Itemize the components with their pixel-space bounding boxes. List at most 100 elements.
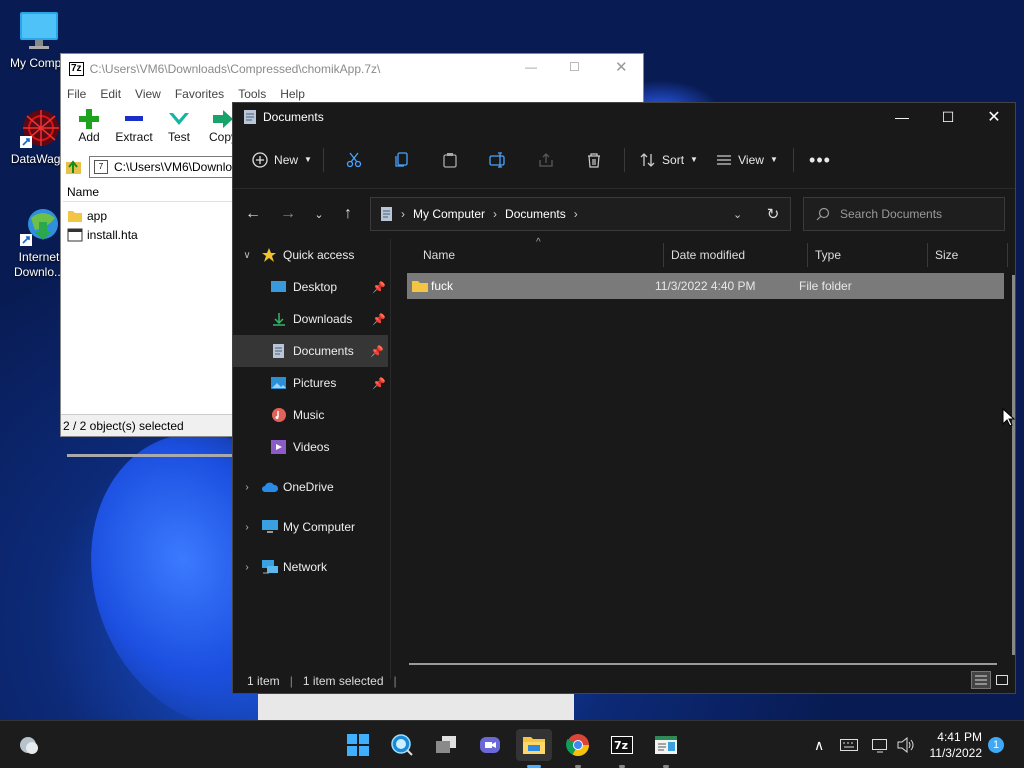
sidebar-item-downloads[interactable]: Downloads 📌: [233, 303, 390, 335]
datawagon-icon: [17, 106, 61, 150]
rename-button[interactable]: [474, 142, 522, 178]
pin-icon[interactable]: 📌: [372, 281, 386, 294]
column-header-size[interactable]: Size: [935, 239, 1005, 271]
minimize-button[interactable]: —: [879, 103, 925, 131]
test-button[interactable]: Test: [157, 104, 201, 154]
item-count: 1 item: [247, 674, 280, 688]
explorer-window[interactable]: Documents — ☐ ✕ New ▼ Sort ▼ View ▼ ••• …: [232, 102, 1016, 694]
menu-tools[interactable]: Tools: [238, 87, 266, 101]
clock[interactable]: 4:41 PM 11/3/2022: [926, 721, 983, 768]
sidebar-item-quick-access[interactable]: ∨ Quick access: [233, 239, 390, 271]
sidebar-item-label: Network: [283, 560, 328, 574]
search-button[interactable]: [384, 729, 420, 761]
list-item[interactable]: app: [63, 206, 233, 225]
sidebar-item-network[interactable]: › Network: [233, 551, 390, 583]
new-button[interactable]: New ▼: [247, 142, 317, 178]
column-divider[interactable]: [663, 243, 664, 267]
sidebar-item-documents[interactable]: Documents 📌: [233, 335, 388, 367]
recent-locations-button[interactable]: ⌄: [305, 197, 333, 231]
list-item[interactable]: install.hta: [63, 225, 233, 244]
table-row[interactable]: fuck 11/3/2022 4:40 PM File folder: [407, 273, 1004, 299]
copy-button[interactable]: [378, 142, 426, 178]
pin-icon[interactable]: 📌: [372, 313, 386, 326]
download-icon: [273, 313, 285, 326]
chat-button[interactable]: [472, 729, 508, 761]
add-button[interactable]: Add: [67, 104, 111, 154]
menu-file[interactable]: File: [67, 87, 86, 101]
pin-icon[interactable]: 📌: [372, 377, 386, 390]
pin-icon[interactable]: 📌: [370, 345, 384, 358]
notification-count: 1: [992, 739, 1000, 751]
tiles-view-button[interactable]: [993, 671, 1011, 689]
chevron-right-icon[interactable]: ›: [233, 482, 261, 493]
back-button[interactable]: ←: [239, 197, 267, 231]
sidebar-item-onedrive[interactable]: › OneDrive: [233, 471, 390, 503]
sevenzip-titlebar[interactable]: 7z C:\Users\VM6\Downloads\Compressed\cho…: [61, 54, 643, 84]
forward-button[interactable]: →: [274, 197, 302, 231]
sort-button[interactable]: Sort ▼: [631, 142, 707, 178]
sidebar-item-music[interactable]: Music: [233, 399, 390, 431]
notepad-taskbar-button[interactable]: [648, 729, 684, 761]
maximize-button[interactable]: ☐: [925, 103, 971, 131]
menu-edit[interactable]: Edit: [100, 87, 121, 101]
sidebar-item-videos[interactable]: Videos: [233, 431, 390, 463]
sidebar-item-pictures[interactable]: Pictures 📌: [233, 367, 390, 399]
menu-view[interactable]: View: [135, 87, 161, 101]
start-button[interactable]: [340, 729, 376, 761]
sidebar-item-desktop[interactable]: Desktop 📌: [233, 271, 390, 303]
address-bar[interactable]: › My Computer › Documents › ⌄: [370, 197, 791, 231]
column-header-name[interactable]: Name: [63, 182, 233, 202]
volume-icon[interactable]: [897, 721, 915, 768]
cut-button[interactable]: [330, 142, 378, 178]
minimize-button[interactable]: —: [525, 60, 537, 74]
7zip-taskbar-button[interactable]: 7z: [604, 729, 640, 761]
delete-button[interactable]: [570, 142, 618, 178]
menu-help[interactable]: Help: [280, 87, 305, 101]
up-folder-icon[interactable]: [65, 158, 83, 176]
horizontal-scrollbar[interactable]: [67, 454, 233, 457]
widgets-button[interactable]: [10, 729, 46, 761]
column-divider[interactable]: [927, 243, 928, 267]
chevron-down-icon: ▼: [690, 155, 698, 164]
vertical-scrollbar[interactable]: [1012, 275, 1015, 655]
network-icon[interactable]: [872, 721, 890, 768]
column-divider[interactable]: [807, 243, 808, 267]
chrome-taskbar-button[interactable]: [560, 729, 596, 761]
show-hidden-icons-button[interactable]: ∧: [814, 721, 824, 768]
column-header-name[interactable]: Name: [423, 239, 663, 271]
chevron-right-icon[interactable]: ›: [233, 522, 261, 533]
chevron-down-icon[interactable]: ∨: [233, 250, 261, 261]
sidebar-item-label: Quick access: [283, 248, 355, 262]
breadcrumb-my-computer[interactable]: My Computer: [413, 207, 485, 221]
archive-icon: 7: [94, 160, 108, 174]
maximize-button[interactable]: ☐: [569, 60, 580, 74]
address-dropdown-button[interactable]: ⌄: [733, 208, 742, 221]
extract-button[interactable]: Extract: [111, 104, 157, 154]
refresh-button[interactable]: ↻: [759, 197, 787, 231]
tiles-view-icon: [996, 675, 1008, 685]
column-header-type[interactable]: Type: [815, 239, 927, 271]
column-header-date-modified[interactable]: Date modified: [671, 239, 807, 271]
details-view-button[interactable]: [971, 671, 991, 689]
more-options-button[interactable]: •••: [800, 142, 840, 178]
share-button[interactable]: [522, 142, 570, 178]
chevron-right-icon[interactable]: ›: [233, 562, 261, 573]
up-button[interactable]: ↑: [334, 197, 362, 231]
search-input[interactable]: Search Documents: [803, 197, 1005, 231]
close-button[interactable]: ✕: [971, 103, 1017, 131]
column-divider[interactable]: [1007, 243, 1008, 267]
notification-badge[interactable]: 1: [988, 737, 1004, 753]
close-button[interactable]: ✕: [615, 58, 628, 76]
pictures-icon: [271, 377, 286, 389]
paste-button[interactable]: [426, 142, 474, 178]
menu-favorites[interactable]: Favorites: [175, 87, 224, 101]
horizontal-scrollbar[interactable]: [409, 663, 997, 665]
task-view-button[interactable]: [428, 729, 464, 761]
ellipsis-icon: •••: [809, 149, 831, 170]
sidebar-item-my-computer[interactable]: › My Computer: [233, 511, 390, 543]
view-button[interactable]: View ▼: [707, 142, 787, 178]
keyboard-icon[interactable]: [840, 721, 858, 768]
breadcrumb-documents[interactable]: Documents: [505, 207, 566, 221]
file-explorer-taskbar-button[interactable]: [516, 729, 552, 761]
trash-icon: [588, 152, 600, 168]
